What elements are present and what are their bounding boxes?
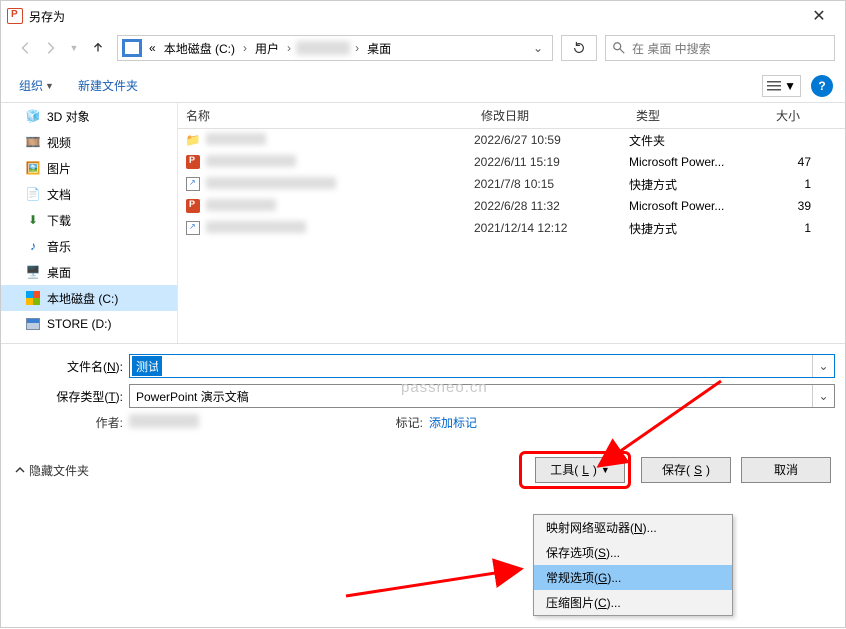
sidebar-item-3d[interactable]: 🧊3D 对象 (1, 103, 177, 129)
tools-dropdown-menu[interactable]: 映射网络驱动器(N)... 保存选项(S)... 常规选项(G)... 压缩图片… (533, 514, 733, 616)
recent-locations-button[interactable]: ▼ (63, 37, 85, 59)
document-icon: 📄 (25, 186, 41, 202)
picture-icon: 🖼️ (25, 160, 41, 176)
menu-item-compress[interactable]: 压缩图片(C)... (534, 590, 732, 615)
file-pane: 名称 修改日期 类型 大小 📁 xxx 2022/6/27 10:59 文件夹 … (177, 103, 845, 343)
tools-highlight: 工具(L) ▼ (519, 451, 631, 489)
file-row[interactable]: 📁 xxx 2022/6/27 10:59 文件夹 (178, 129, 845, 151)
help-button[interactable]: ? (811, 75, 833, 97)
author-label: 作者: (69, 414, 129, 431)
disk-icon (25, 316, 41, 332)
breadcrumb-seg[interactable]: 用户 (252, 40, 282, 57)
organize-button[interactable]: 组织▼ (13, 73, 60, 98)
file-rows: 📁 xxx 2022/6/27 10:59 文件夹 xxx 2022/6/11 … (178, 129, 845, 343)
tools-button[interactable]: 工具(L) ▼ (535, 457, 625, 483)
sidebar-item-music[interactable]: ♪音乐 (1, 233, 177, 259)
file-row[interactable]: xxx 2021/12/14 12:12 快捷方式 1 (178, 217, 845, 239)
navigation-row: ▼ « 本地磁盘 (C:)› 用户› XXXXXX› 桌面 ⌄ 在 桌面 中搜索 (1, 31, 845, 69)
download-icon: ⬇ (25, 212, 41, 228)
breadcrumb-prefix: « (146, 41, 159, 55)
meta-row: 作者: 标记: 添加标记 (11, 414, 835, 431)
search-box[interactable]: 在 桌面 中搜索 (605, 35, 835, 61)
breadcrumb-seg[interactable]: 本地磁盘 (C:) (161, 40, 238, 57)
savetype-value: PowerPoint 演示文稿 (130, 388, 249, 405)
shortcut-icon (184, 176, 202, 192)
add-tag-link[interactable]: 添加标记 (429, 414, 477, 431)
tag-label: 标记: (369, 414, 429, 431)
hide-folders-toggle[interactable]: 隐藏文件夹 (15, 462, 89, 479)
breadcrumb-seg-redacted[interactable]: XXXXXX (296, 41, 350, 55)
sidebar-item-disk-d[interactable]: STORE (D:) (1, 311, 177, 337)
desktop-icon: 🖥️ (25, 264, 41, 280)
save-button[interactable]: 保存(S) (641, 457, 731, 483)
file-row[interactable]: xxx 2021/7/8 10:15 快捷方式 1 (178, 173, 845, 195)
address-bar[interactable]: « 本地磁盘 (C:)› 用户› XXXXXX› 桌面 ⌄ (117, 35, 553, 61)
ppt-icon (184, 198, 202, 214)
cancel-button[interactable]: 取消 (741, 457, 831, 483)
button-row: 隐藏文件夹 工具(L) ▼ 保存(S) 取消 (1, 437, 845, 503)
breadcrumb[interactable]: « 本地磁盘 (C:)› 用户› XXXXXX› 桌面 (144, 40, 526, 57)
sidebar-item-documents[interactable]: 📄文档 (1, 181, 177, 207)
back-button[interactable] (15, 37, 37, 59)
sidebar: 🧊3D 对象 🎞️视频 🖼️图片 📄文档 ⬇下载 ♪音乐 🖥️桌面 本地磁盘 (… (1, 103, 177, 343)
powerpoint-icon (7, 8, 23, 24)
sidebar-item-video[interactable]: 🎞️视频 (1, 129, 177, 155)
music-icon: ♪ (25, 238, 41, 254)
col-name[interactable]: 名称 (178, 107, 473, 124)
close-button[interactable]: ✕ (799, 6, 839, 26)
sidebar-item-desktop[interactable]: 🖥️桌面 (1, 259, 177, 285)
view-options-button[interactable]: ▼ (762, 75, 801, 97)
address-dropdown[interactable]: ⌄ (526, 41, 550, 55)
author-value-redacted[interactable] (129, 414, 199, 428)
filename-label: 文件名(N): (11, 358, 129, 375)
savetype-label: 保存类型(T): (11, 388, 129, 405)
refresh-button[interactable] (561, 35, 597, 61)
menu-item-general-options[interactable]: 常规选项(G)... (534, 565, 732, 590)
file-row[interactable]: xxx 2022/6/28 11:32 Microsoft Power... 3… (178, 195, 845, 217)
file-header[interactable]: 名称 修改日期 类型 大小 (178, 103, 845, 129)
menu-item-save-options[interactable]: 保存选项(S)... (534, 540, 732, 565)
windows-icon (25, 290, 41, 306)
col-date[interactable]: 修改日期 (473, 107, 628, 124)
disk-icon (122, 39, 142, 57)
sidebar-item-disk-c[interactable]: 本地磁盘 (C:) (1, 285, 177, 311)
watermark: passneo.cn (401, 379, 488, 396)
list-view-icon (767, 80, 781, 92)
forward-button[interactable] (39, 37, 61, 59)
sidebar-item-pictures[interactable]: 🖼️图片 (1, 155, 177, 181)
cube-icon: 🧊 (25, 108, 41, 124)
search-placeholder: 在 桌面 中搜索 (632, 40, 711, 57)
shortcut-icon (184, 220, 202, 236)
col-type[interactable]: 类型 (628, 107, 768, 124)
col-size[interactable]: 大小 (768, 107, 818, 124)
sidebar-item-downloads[interactable]: ⬇下载 (1, 207, 177, 233)
filename-input[interactable] (132, 356, 162, 376)
folder-icon: 📁 (184, 132, 202, 148)
filename-dropdown[interactable]: ⌄ (812, 355, 834, 377)
chevron-icon (15, 465, 25, 475)
toolbar: 组织▼ 新建文件夹 ▼ ? (1, 69, 845, 103)
titlebar: 另存为 ✕ (1, 1, 845, 31)
file-row[interactable]: xxx 2022/6/11 15:19 Microsoft Power... 4… (178, 151, 845, 173)
new-folder-button[interactable]: 新建文件夹 (72, 73, 144, 98)
up-button[interactable] (87, 37, 109, 59)
window-title: 另存为 (29, 8, 65, 25)
search-icon (612, 41, 626, 55)
video-icon: 🎞️ (25, 134, 41, 150)
breadcrumb-seg[interactable]: 桌面 (364, 40, 394, 57)
filename-input-wrap[interactable]: ⌄ (129, 354, 835, 378)
body-split: 🧊3D 对象 🎞️视频 🖼️图片 📄文档 ⬇下载 ♪音乐 🖥️桌面 本地磁盘 (… (1, 103, 845, 343)
savetype-dropdown[interactable]: ⌄ (812, 385, 834, 407)
menu-item-map-drive[interactable]: 映射网络驱动器(N)... (534, 515, 732, 540)
ppt-icon (184, 154, 202, 170)
